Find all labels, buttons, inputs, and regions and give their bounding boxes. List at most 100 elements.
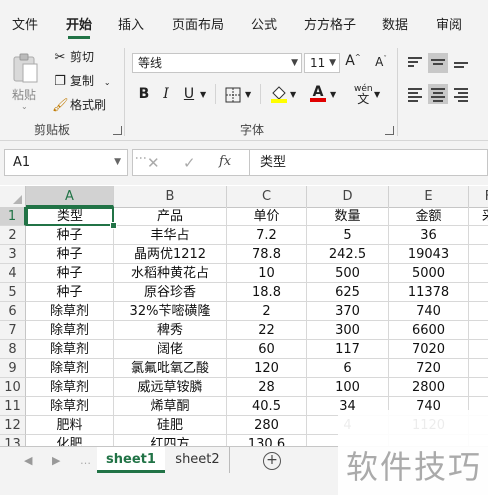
cell-a3[interactable]: 种子 (26, 245, 114, 264)
cell-a8[interactable]: 除草剂 (26, 340, 114, 359)
row-header[interactable]: 9 (0, 359, 26, 378)
cell-d1[interactable]: 数量 (307, 207, 389, 226)
row-header[interactable]: 13 (0, 435, 26, 446)
cell-d4[interactable]: 500 (307, 264, 389, 283)
cell-e5[interactable]: 11378 (389, 283, 469, 302)
cell-e7[interactable]: 6600 (389, 321, 469, 340)
cell-e4[interactable]: 5000 (389, 264, 469, 283)
tab-home[interactable]: 开始 (66, 14, 92, 39)
cell-a6[interactable]: 除草剂 (26, 302, 114, 321)
row-header[interactable]: 5 (0, 283, 26, 302)
cell-f5[interactable] (469, 283, 488, 302)
prev-sheet-icon[interactable]: ◀ (24, 454, 32, 467)
cell-e1[interactable]: 金额 (389, 207, 469, 226)
cell-f7[interactable] (469, 321, 488, 340)
column-header-a[interactable]: A (26, 186, 114, 207)
sheet-tab-sheet2[interactable]: sheet2 (166, 447, 230, 473)
align-middle-button[interactable] (428, 53, 448, 73)
cell-b6[interactable]: 32%苄嘧磺隆 (114, 302, 227, 321)
row-header[interactable]: 1 (0, 207, 26, 226)
column-header-b[interactable]: B (114, 186, 227, 207)
borders-icon[interactable] (225, 87, 241, 103)
tab-data[interactable]: 数据 (382, 14, 408, 33)
grow-font-button[interactable]: A^ (344, 53, 362, 69)
cell-f8[interactable] (469, 340, 488, 359)
cell-c3[interactable]: 78.8 (227, 245, 307, 264)
row-header[interactable]: 4 (0, 264, 26, 283)
tab-page-layout[interactable]: 页面布局 (172, 14, 224, 33)
column-header-c[interactable]: C (227, 186, 307, 207)
cell-c12[interactable]: 280 (227, 416, 307, 435)
align-top-button[interactable] (405, 53, 425, 73)
cell-b7[interactable]: 稗秀 (114, 321, 227, 340)
align-right-button[interactable] (451, 84, 471, 104)
select-all-button[interactable] (0, 186, 26, 207)
cell-b2[interactable]: 丰华占 (114, 226, 227, 245)
cell-e3[interactable]: 19043 (389, 245, 469, 264)
cell-c1[interactable]: 单价 (227, 207, 307, 226)
tab-review[interactable]: 审阅 (436, 14, 462, 33)
cell-f9[interactable] (469, 359, 488, 378)
clipboard-launcher-icon[interactable] (113, 126, 122, 135)
cell-a1[interactable]: 类型 (26, 207, 114, 226)
cell-b12[interactable]: 硅肥 (114, 416, 227, 435)
cell-f1[interactable]: 采 (469, 207, 488, 226)
column-header-d[interactable]: D (307, 186, 389, 207)
row-header[interactable]: 11 (0, 397, 26, 416)
insert-function-icon[interactable]: fx (219, 154, 231, 169)
cell-d10[interactable]: 100 (307, 378, 389, 397)
row-header[interactable]: 2 (0, 226, 26, 245)
cell-a10[interactable]: 除草剂 (26, 378, 114, 397)
underline-button[interactable]: U (180, 86, 198, 102)
italic-button[interactable]: I (157, 86, 175, 102)
cell-e9[interactable]: 720 (389, 359, 469, 378)
chevron-down-icon[interactable]: ▼ (245, 90, 251, 99)
align-center-button[interactable] (428, 84, 448, 104)
formula-input[interactable]: 类型 (250, 149, 488, 176)
cell-f4[interactable] (469, 264, 488, 283)
cell-a4[interactable]: 种子 (26, 264, 114, 283)
name-box[interactable]: A1 ▼ (4, 149, 128, 176)
tab-formulas[interactable]: 公式 (251, 14, 277, 33)
cell-f3[interactable] (469, 245, 488, 264)
row-header[interactable]: 10 (0, 378, 26, 397)
align-bottom-button[interactable] (451, 53, 471, 73)
cell-b13[interactable]: 红四方 (114, 435, 227, 446)
tab-insert[interactable]: 插入 (118, 14, 144, 33)
shrink-font-button[interactable]: Aˇ (372, 55, 390, 69)
cell-b9[interactable]: 氯氟吡氧乙酸 (114, 359, 227, 378)
cell-a5[interactable]: 种子 (26, 283, 114, 302)
cell-c7[interactable]: 22 (227, 321, 307, 340)
cell-a9[interactable]: 除草剂 (26, 359, 114, 378)
cell-c10[interactable]: 28 (227, 378, 307, 397)
row-header[interactable]: 8 (0, 340, 26, 359)
next-sheet-icon[interactable]: ▶ (52, 454, 60, 467)
phonetic-button[interactable]: wén 文 (354, 84, 373, 106)
font-size-select[interactable]: 11 ▼ (304, 53, 340, 73)
font-launcher-icon[interactable] (385, 126, 394, 135)
chevron-down-icon[interactable]: ▼ (330, 90, 336, 99)
column-header-e[interactable]: E (389, 186, 469, 207)
cell-d9[interactable]: 6 (307, 359, 389, 378)
cell-b3[interactable]: 晶两优1212 (114, 245, 227, 264)
tab-fangfang-gezi[interactable]: 方方格子 (304, 14, 356, 33)
cell-b4[interactable]: 水稻种黄花占 (114, 264, 227, 283)
cell-b5[interactable]: 原谷珍香 (114, 283, 227, 302)
fill-color-icon[interactable] (270, 85, 288, 103)
cell-c5[interactable]: 18.8 (227, 283, 307, 302)
cell-c9[interactable]: 120 (227, 359, 307, 378)
cell-a13[interactable]: 化肥 (26, 435, 114, 446)
cell-e2[interactable]: 36 (389, 226, 469, 245)
font-name-select[interactable]: 等线 ▼ (132, 53, 302, 73)
add-sheet-icon[interactable]: + (263, 452, 281, 470)
cell-b1[interactable]: 产品 (114, 207, 227, 226)
enter-icon[interactable]: ✓ (183, 154, 196, 172)
cell-d6[interactable]: 370 (307, 302, 389, 321)
row-header[interactable]: 12 (0, 416, 26, 435)
cell-c2[interactable]: 7.2 (227, 226, 307, 245)
cell-d3[interactable]: 242.5 (307, 245, 389, 264)
cell-b10[interactable]: 威远草铵膦 (114, 378, 227, 397)
cell-d2[interactable]: 5 (307, 226, 389, 245)
cell-e10[interactable]: 2800 (389, 378, 469, 397)
more-sheets-icon[interactable]: … (80, 454, 91, 467)
